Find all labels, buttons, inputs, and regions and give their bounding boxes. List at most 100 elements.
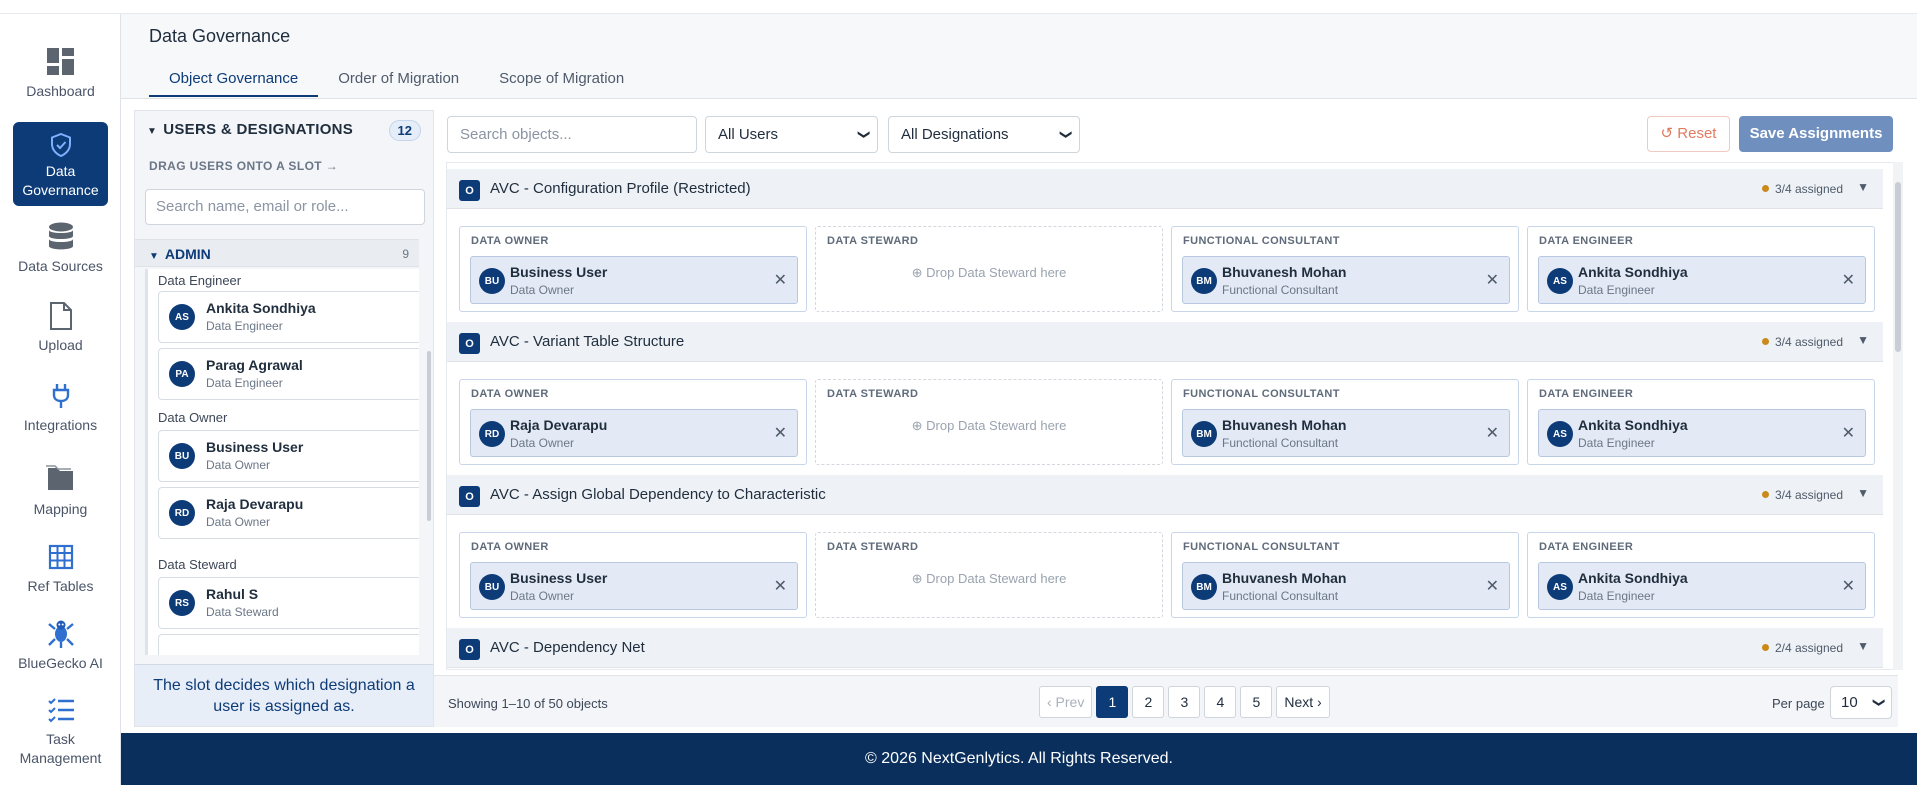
avatar: RD	[169, 500, 195, 526]
tab-order-of-migration[interactable]: Order of Migration	[318, 67, 479, 97]
remove-icon[interactable]: ✕	[1842, 576, 1855, 596]
sidebar-item-dashboard[interactable]: Dashboard	[13, 46, 108, 120]
remove-icon[interactable]: ✕	[774, 270, 787, 290]
page-button-4[interactable]: 4	[1204, 686, 1237, 718]
remove-icon[interactable]: ✕	[1486, 576, 1499, 596]
slot-data-owner[interactable]: DATA OWNER RD Raja Devarapu Data Owner ✕	[459, 379, 807, 465]
assigned-user-chip[interactable]: AS Ankita Sondhiya Data Engineer ✕	[1538, 562, 1866, 610]
user-card[interactable]: RD Raja Devarapu Data Owner	[158, 487, 419, 539]
avatar: BM	[1191, 574, 1217, 600]
slot-data-owner[interactable]: DATA OWNER BU Business User Data Owner ✕	[459, 532, 807, 618]
assigned-user-chip[interactable]: BM Bhuvanesh Mohan Functional Consultant…	[1182, 562, 1510, 610]
status-dot-icon	[1761, 644, 1769, 651]
users-panel-header[interactable]: ▼ USERS & DESIGNATIONS	[147, 121, 353, 138]
sidebar-item-ref-tables[interactable]: Ref Tables	[13, 541, 108, 611]
database-icon	[45, 221, 77, 253]
remove-icon[interactable]: ✕	[1486, 270, 1499, 290]
drop-plus-icon: ⊕	[911, 571, 923, 586]
expand-caret-icon[interactable]: ▼	[1857, 486, 1869, 500]
object-header[interactable]: O AVC - Assign Global Dependency to Char…	[447, 475, 1883, 515]
user-search-input[interactable]: Search name, email or role...	[145, 189, 425, 225]
assigned-user-chip[interactable]: BM Bhuvanesh Mohan Functional Consultant…	[1182, 409, 1510, 457]
slot-data-engineer[interactable]: DATA ENGINEER AS Ankita Sondhiya Data En…	[1527, 379, 1875, 465]
page-title: Data Governance	[149, 26, 291, 46]
user-card[interactable]: PA Parag Agrawal Data Engineer	[158, 348, 419, 400]
scrollbar-thumb[interactable]	[1895, 182, 1901, 352]
sidebar-item-integrations[interactable]: Integrations	[13, 380, 108, 450]
drop-plus-icon: ⊕	[911, 265, 923, 280]
remove-icon[interactable]: ✕	[1842, 423, 1855, 443]
page-button-1[interactable]: 1	[1096, 686, 1129, 718]
avatar: AS	[1547, 574, 1573, 600]
slot-functional-consultant[interactable]: FUNCTIONAL CONSULTANT BM Bhuvanesh Mohan…	[1171, 379, 1519, 465]
object-header[interactable]: O AVC - Configuration Profile (Restricte…	[447, 169, 1883, 209]
page-button-2[interactable]: 2	[1132, 686, 1165, 718]
user-name: Business User	[510, 264, 608, 280]
prev-page-button[interactable]: ‹ Prev	[1039, 686, 1093, 718]
object-name: AVC - Configuration Profile (Restricted)	[490, 180, 751, 197]
users-filter-value: All Users	[718, 126, 779, 143]
user-name: Ankita Sondhiya	[206, 300, 316, 316]
next-page-button[interactable]: Next ›	[1276, 686, 1330, 718]
slot-functional-consultant[interactable]: FUNCTIONAL CONSULTANT BM Bhuvanesh Mohan…	[1171, 532, 1519, 618]
user-list-scrollbar[interactable]	[427, 351, 431, 521]
slot-functional-consultant[interactable]: FUNCTIONAL CONSULTANT BM Bhuvanesh Mohan…	[1171, 226, 1519, 312]
user-card[interactable]: AS Ankita Sondhiya Data Engineer	[158, 291, 419, 343]
avatar: RD	[479, 421, 505, 447]
remove-icon[interactable]: ✕	[1842, 270, 1855, 290]
assigned-user-chip[interactable]: AS Ankita Sondhiya Data Engineer ✕	[1538, 256, 1866, 304]
remove-icon[interactable]: ✕	[774, 423, 787, 443]
object-card: O AVC - Dependency Net 2/4 assigned ▼	[447, 628, 1883, 669]
assignment-status: 3/4 assigned	[1761, 182, 1843, 196]
object-header[interactable]: O AVC - Variant Table Structure 3/4 assi…	[447, 322, 1883, 362]
chevron-down-icon: ❯	[857, 129, 872, 140]
expand-caret-icon[interactable]: ▼	[1857, 639, 1869, 653]
drag-hint: DRAG USERS ONTO A SLOT →	[149, 159, 339, 173]
user-name: Bhuvanesh Mohan	[1222, 417, 1347, 433]
page-button-3[interactable]: 3	[1168, 686, 1201, 718]
sidebar-item-data-sources[interactable]: Data Sources	[13, 221, 108, 291]
assigned-user-chip[interactable]: BM Bhuvanesh Mohan Functional Consultant…	[1182, 256, 1510, 304]
remove-icon[interactable]: ✕	[774, 576, 787, 596]
save-assignments-button[interactable]: Save Assignments	[1739, 116, 1893, 152]
users-filter-select[interactable]: All Users ❯	[705, 116, 878, 153]
slot-data-owner[interactable]: DATA OWNER BU Business User Data Owner ✕	[459, 226, 807, 312]
slot-data-steward[interactable]: DATA STEWARD ⊕ Drop Data Steward here	[815, 379, 1163, 465]
designations-filter-select[interactable]: All Designations ❯	[888, 116, 1080, 153]
sidebar-item-task-management[interactable]: Task Management	[13, 694, 108, 780]
sidebar-item-data-governance[interactable]: Data Governance	[13, 122, 108, 206]
object-header[interactable]: O AVC - Dependency Net 2/4 assigned ▼	[447, 628, 1883, 668]
assigned-user-chip[interactable]: RD Raja Devarapu Data Owner ✕	[470, 409, 798, 457]
tab-scope-of-migration[interactable]: Scope of Migration	[479, 67, 644, 97]
users-count-badge: 12	[388, 120, 421, 141]
sidebar-item-mapping[interactable]: Mapping	[13, 460, 108, 540]
slot-label: DATA OWNER	[471, 235, 549, 247]
sidebar-item-label: Mapping	[33, 501, 88, 517]
tab-bar: Object Governance Order of Migration Sco…	[149, 67, 644, 97]
expand-caret-icon[interactable]: ▼	[1857, 180, 1869, 194]
user-card[interactable]	[158, 634, 419, 655]
user-card[interactable]: RS Rahul S Data Steward	[158, 577, 419, 629]
sidebar-item-upload[interactable]: Upload	[13, 300, 108, 370]
assigned-user-chip[interactable]: BU Business User Data Owner ✕	[470, 562, 798, 610]
assignment-status: 3/4 assigned	[1761, 335, 1843, 349]
assigned-user-chip[interactable]: AS Ankita Sondhiya Data Engineer ✕	[1538, 409, 1866, 457]
per-page-select[interactable]: 10 ❯	[1830, 686, 1892, 719]
sidebar-item-bluegecko-ai[interactable]: BlueGecko AI	[13, 618, 108, 690]
user-card[interactable]: BU Business User Data Owner	[158, 430, 419, 482]
expand-caret-icon[interactable]: ▼	[1857, 333, 1869, 347]
slot-data-steward[interactable]: DATA STEWARD ⊕ Drop Data Steward here	[815, 226, 1163, 312]
object-search-input[interactable]: Search objects...	[447, 116, 697, 153]
slot-data-engineer[interactable]: DATA ENGINEER AS Ankita Sondhiya Data En…	[1527, 532, 1875, 618]
chevron-down-icon: ❯	[1872, 697, 1887, 708]
remove-icon[interactable]: ✕	[1486, 423, 1499, 443]
slot-data-engineer[interactable]: DATA ENGINEER AS Ankita Sondhiya Data En…	[1527, 226, 1875, 312]
assigned-user-chip[interactable]: BU Business User Data Owner ✕	[470, 256, 798, 304]
group-header-admin[interactable]: ▼ ADMIN 9	[135, 239, 419, 267]
slot-label: FUNCTIONAL CONSULTANT	[1183, 388, 1340, 400]
page-button-5[interactable]: 5	[1240, 686, 1273, 718]
object-list-scrollbar[interactable]	[1893, 162, 1903, 670]
tab-object-governance[interactable]: Object Governance	[149, 67, 319, 97]
reset-button[interactable]: ↺ Reset	[1647, 116, 1730, 152]
slot-data-steward[interactable]: DATA STEWARD ⊕ Drop Data Steward here	[815, 532, 1163, 618]
